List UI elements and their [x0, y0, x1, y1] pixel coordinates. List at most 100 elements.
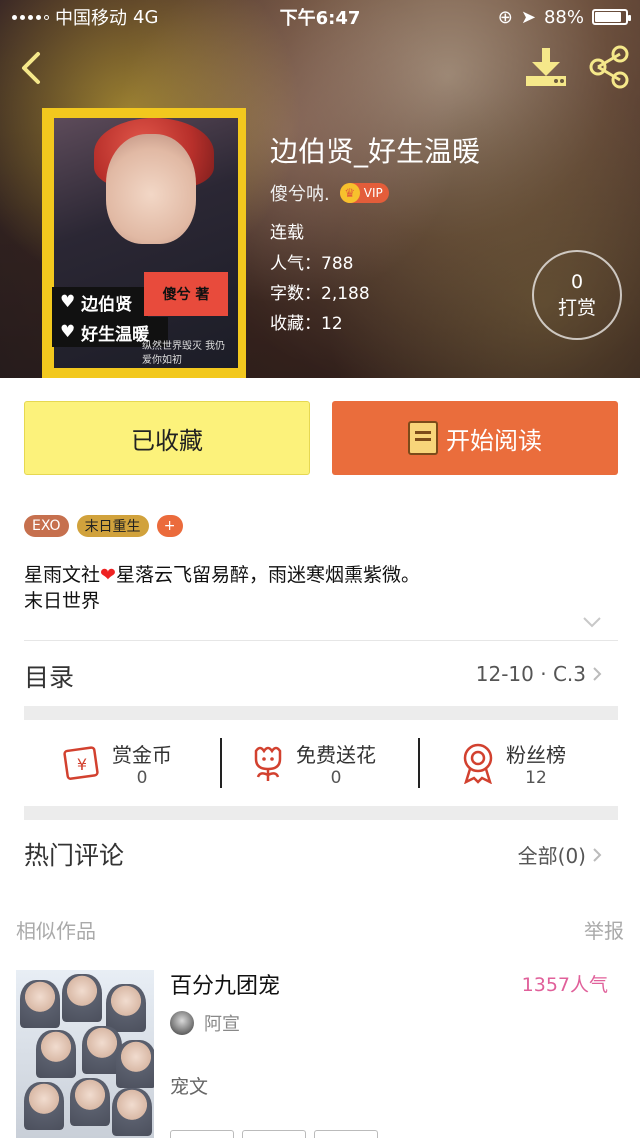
similar-work-popularity: 1357人气 [521, 974, 608, 996]
similar-work-description: 宠文 [170, 1076, 209, 1098]
toc-latest[interactable]: 12-10 · C.3 [476, 662, 602, 686]
description-suffix: 星落云飞留易醉，雨迷寒烟熏紫微。 [115, 564, 420, 586]
share-button[interactable] [586, 44, 632, 90]
battery-percent: 88% [543, 6, 584, 28]
book-icon [408, 421, 438, 455]
avatar [170, 1011, 194, 1035]
report-link[interactable]: 举报 [584, 915, 624, 944]
reward-button[interactable]: 0 打赏 [532, 250, 622, 340]
divider [24, 640, 618, 641]
cover-figure [70, 1078, 110, 1126]
favorited-button[interactable]: 已收藏 [24, 401, 310, 475]
start-reading-label: 开始阅读 [446, 426, 542, 455]
book-title: 边伯贤_好生温暖 [270, 135, 481, 168]
tag-exo[interactable]: EXO [24, 515, 69, 537]
similar-work-title: 百分九团宠 [170, 974, 281, 999]
carrier-label: 中国移动 [55, 8, 127, 29]
signal-icon [12, 14, 49, 20]
similar-work-cover [16, 970, 154, 1138]
cover-figure [116, 1040, 154, 1088]
toc-title[interactable]: 目录 [24, 658, 74, 694]
book-popularity: 人气：788 [270, 249, 353, 274]
book-description: 星雨文社❤星落云飞留易醉，雨迷寒烟熏紫微。 末日世界 [24, 562, 420, 614]
share-icon [589, 45, 629, 89]
download-icon [526, 48, 566, 86]
award-ribbon-icon [463, 743, 493, 784]
cover-figure [36, 1030, 76, 1078]
cover-figure [112, 1088, 152, 1136]
similar-work-tag [314, 1130, 378, 1138]
words-value: 2,188 [321, 284, 370, 304]
favorites-value: 12 [321, 314, 343, 334]
fan-ranking[interactable]: 粉丝榜 12 [460, 738, 566, 788]
book-words: 字数：2,188 [270, 279, 370, 304]
free-flower[interactable]: 免费送花 0 [250, 738, 376, 788]
description-prefix: 星雨文社 [24, 564, 101, 586]
cover-tag-line2-text: 好生温暖 [81, 324, 150, 345]
stat-label: 粉丝榜 [506, 742, 566, 767]
download-button[interactable] [522, 44, 570, 90]
gold-coin-reward[interactable]: ¥ 赏金币 0 [62, 738, 172, 788]
svg-text:¥: ¥ [77, 755, 87, 774]
book-author[interactable]: 傻兮呐. ♛ VIP [270, 180, 389, 206]
cover-figure [24, 1082, 64, 1130]
cover-script-text: 纵然世界毁灭 我仍爱你如初 [142, 341, 226, 366]
cover-figure [106, 984, 146, 1032]
cover-figure [20, 980, 60, 1028]
cover-tag-line1: ♥ 边伯贤 [52, 287, 148, 317]
section-separator [24, 806, 618, 820]
chevron-right-icon [593, 847, 602, 862]
stat-value: 0 [330, 767, 342, 788]
cover-heart-badge: 傻兮 著 [144, 272, 228, 316]
book-cover[interactable]: ♥ 边伯贤 ♥ 好生温暖 傻兮 著 纵然世界毁灭 我仍爱你如初 [42, 108, 246, 378]
book-favorites: 收藏：12 [270, 309, 343, 334]
vip-badge: ♛ VIP [339, 183, 389, 203]
stat-label: 赏金币 [112, 742, 172, 767]
red-envelope-icon: ¥ [63, 746, 99, 780]
section-separator [24, 706, 618, 720]
back-button[interactable] [14, 48, 54, 88]
flower-icon [254, 746, 282, 781]
chevron-left-icon [22, 52, 40, 84]
battery-fill [595, 12, 622, 22]
tag-list: EXO 末日重生 + [24, 515, 183, 537]
add-tag-button[interactable]: + [156, 515, 183, 537]
stat-divider [418, 738, 420, 788]
toc-latest-text: 12-10 · C.3 [475, 662, 586, 686]
all-comments-label: 全部(0) [517, 844, 586, 868]
reward-label: 打赏 [557, 296, 596, 319]
stat-divider [220, 738, 222, 788]
start-reading-button[interactable]: 开始阅读 [332, 401, 618, 475]
stat-value: 0 [136, 767, 148, 788]
hot-comments-title: 热门评论 [24, 841, 125, 870]
book-status: 连载 [270, 223, 304, 243]
location-icon: ➤ [520, 6, 536, 28]
all-comments-link[interactable]: 全部(0) [518, 840, 602, 869]
words-label: 字数： [270, 284, 321, 304]
popularity-value: 788 [321, 254, 354, 274]
similar-work-tags [170, 1130, 378, 1138]
heart-icon: ❤ [100, 564, 116, 586]
popularity-label: 人气： [270, 254, 321, 274]
battery-icon [592, 9, 631, 25]
rotation-lock-icon: ⊕ [497, 6, 513, 28]
description-line1: 星雨文社❤星落云飞留易醉，雨迷寒烟熏紫微。 [24, 562, 420, 588]
crown-icon: ♛ [339, 183, 360, 203]
vip-label: VIP [363, 186, 383, 200]
author-name: 傻兮呐. [270, 184, 330, 205]
stat-label: 免费送花 [296, 742, 376, 767]
description-line2: 末日世界 [24, 590, 101, 612]
similar-work-author-name: 阿宣 [204, 1014, 240, 1035]
similar-work-card[interactable]: 百分九团宠 1357人气 阿宣 宠文 [0, 952, 640, 1138]
similar-works-title: 相似作品 [16, 919, 96, 943]
cover-figure [62, 974, 102, 1022]
similar-work-author: 阿宣 [170, 1010, 240, 1036]
expand-description-icon[interactable] [582, 615, 602, 629]
reward-count: 0 [570, 270, 584, 293]
cover-face [106, 134, 196, 244]
favorites-label: 收藏： [270, 314, 321, 334]
similar-work-tag [242, 1130, 306, 1138]
stat-value: 12 [525, 767, 547, 788]
tag-apocalypse-rebirth[interactable]: 末日重生 [76, 515, 149, 537]
chevron-right-icon [593, 667, 602, 681]
